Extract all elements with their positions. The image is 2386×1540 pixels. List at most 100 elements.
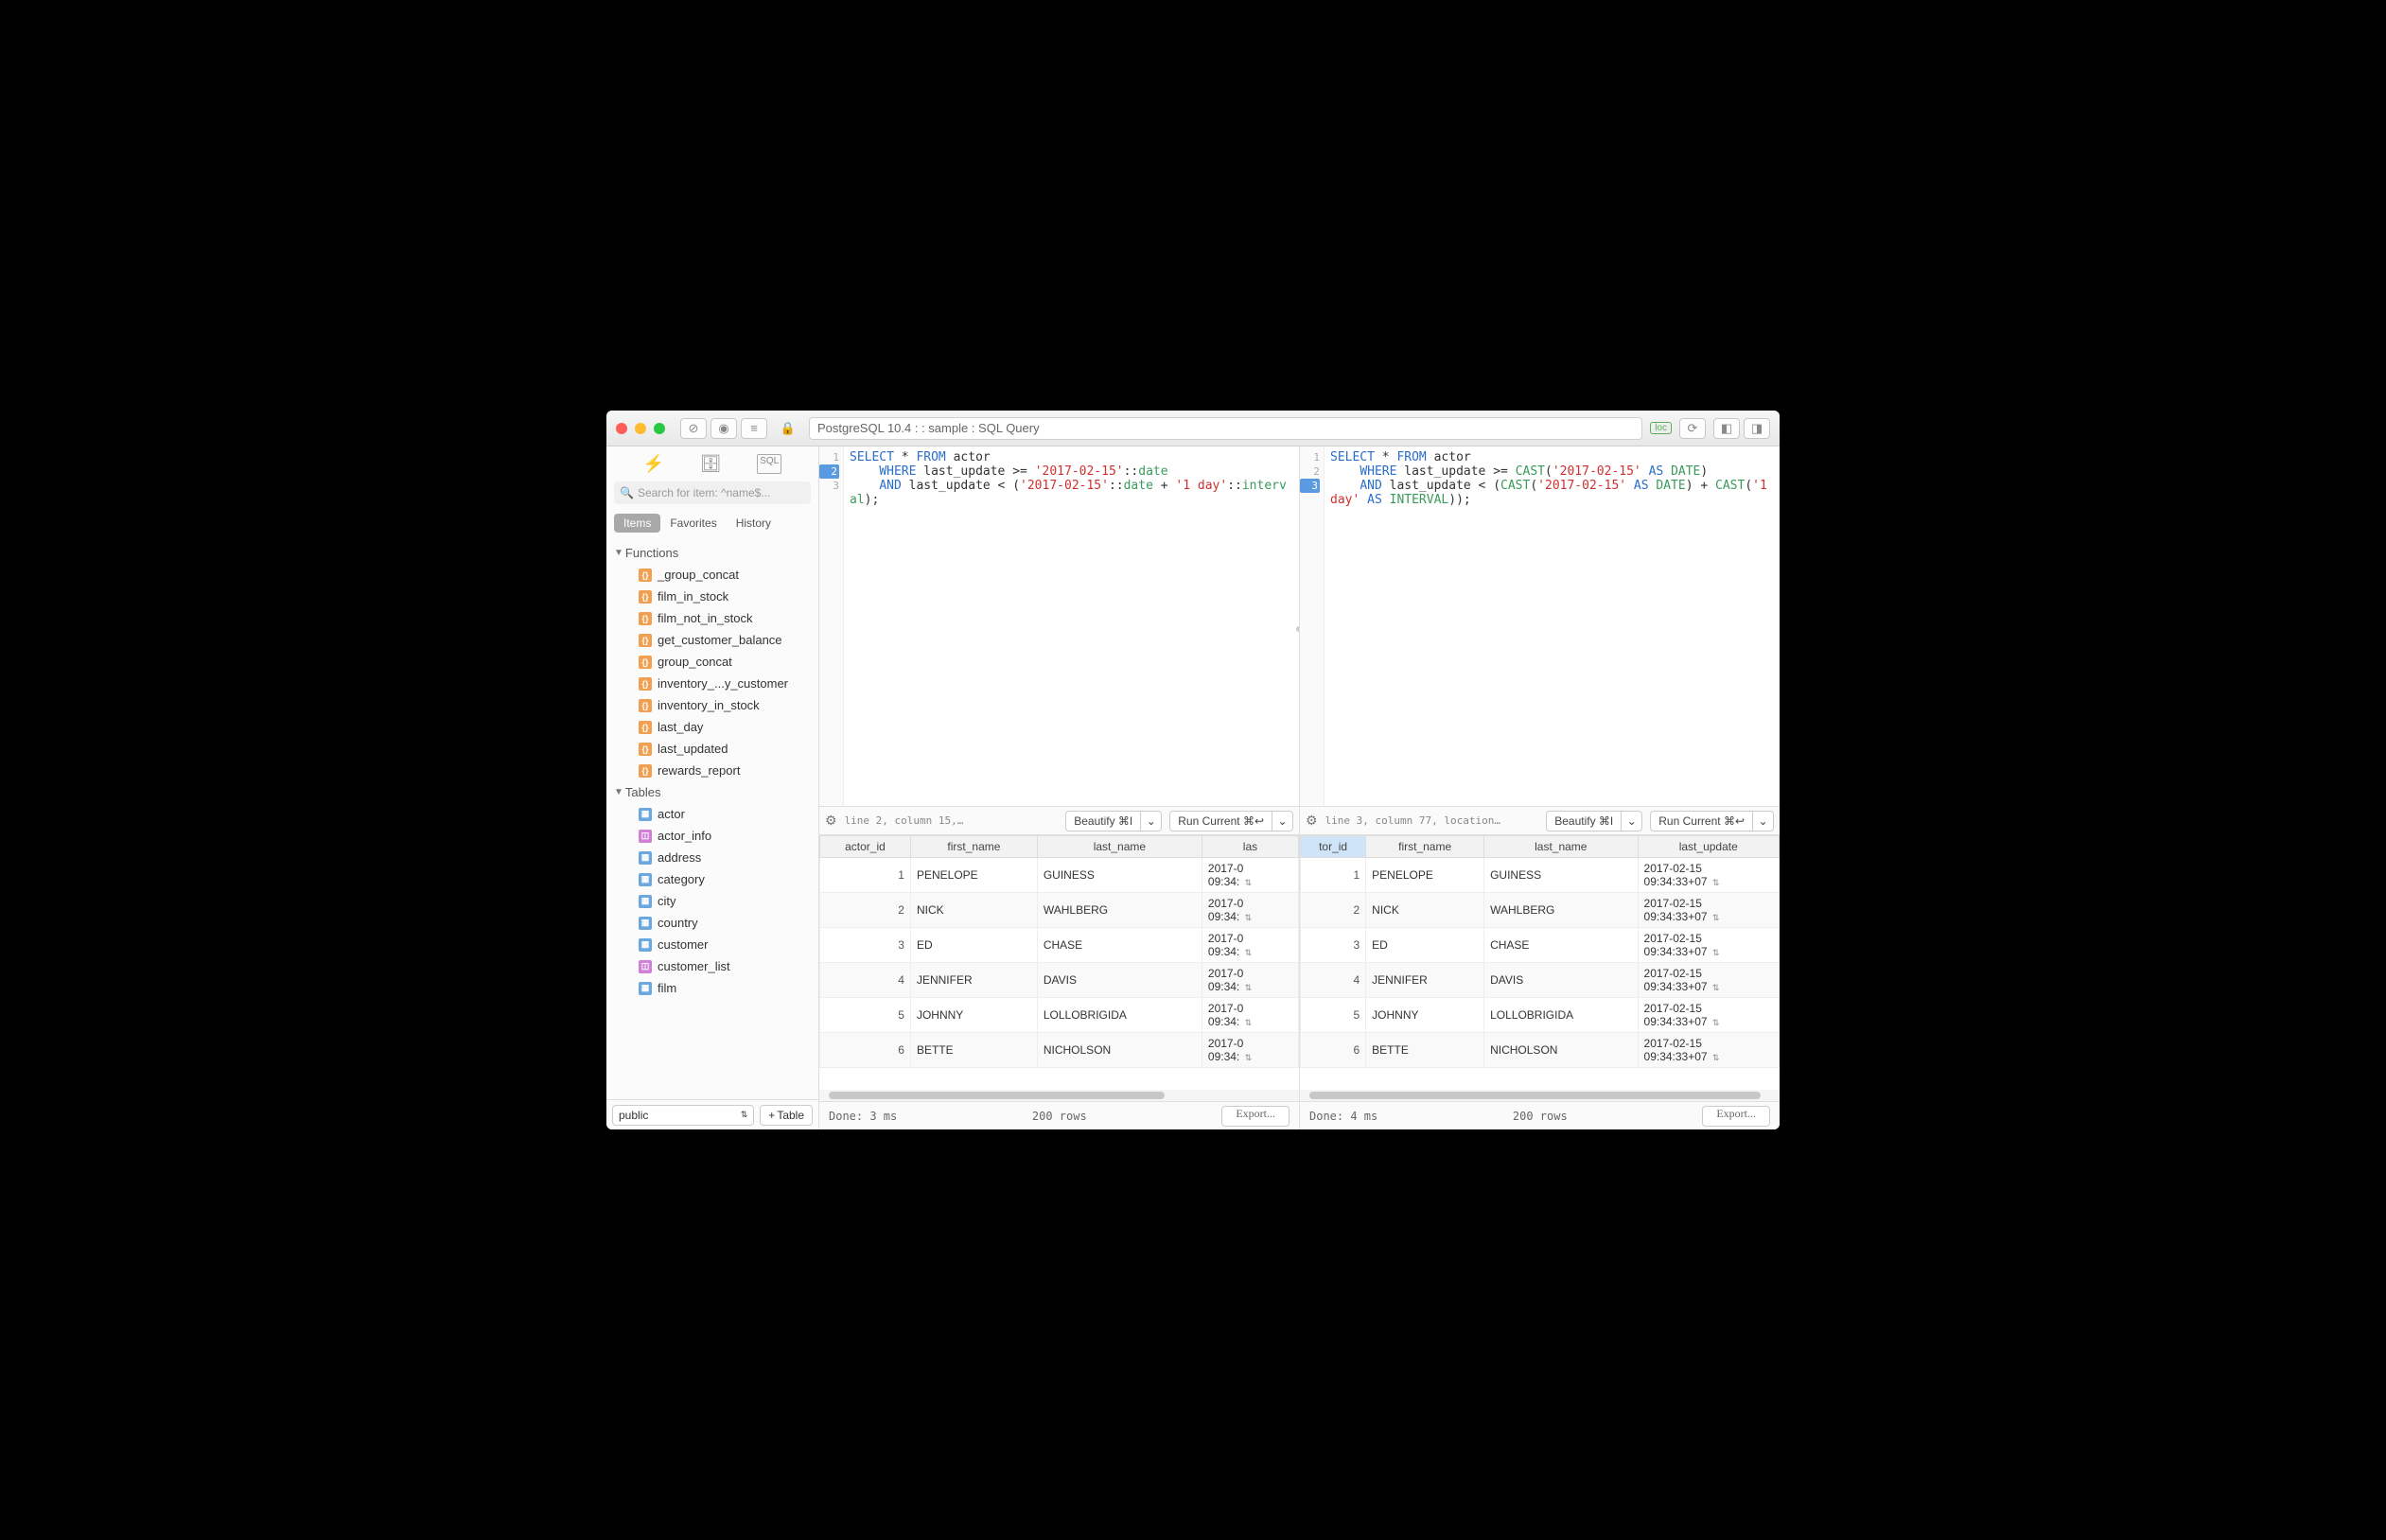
sort-icon[interactable]: ⇅ xyxy=(1245,948,1253,957)
cell[interactable]: DAVIS xyxy=(1037,963,1202,998)
table-row[interactable]: 3EDCHASE2017-009:34: ⇅ xyxy=(820,928,1299,963)
tree-item-function[interactable]: {}film_in_stock xyxy=(606,586,818,607)
tree-item-function[interactable]: {}last_day xyxy=(606,716,818,738)
tree-item-table[interactable]: ▦city xyxy=(606,890,818,912)
tree-item-table[interactable]: ▦address xyxy=(606,847,818,868)
tree-item-function[interactable]: {}last_updated xyxy=(606,738,818,760)
refresh-button[interactable]: ⟳ xyxy=(1679,418,1706,439)
cell[interactable]: 6 xyxy=(1301,1033,1366,1068)
cell[interactable]: LOLLOBRIGIDA xyxy=(1484,998,1638,1033)
tree-item-function[interactable]: {}inventory_in_stock xyxy=(606,694,818,716)
table-row[interactable]: 2NICKWAHLBERG2017-02-1509:34:33+07 ⇅ xyxy=(1301,893,1780,928)
connection-icon[interactable]: ⚡ xyxy=(643,454,664,474)
cell[interactable]: 1 xyxy=(820,858,911,893)
tree-item-table[interactable]: ▦customer xyxy=(606,934,818,955)
tree-item-function[interactable]: {}_group_concat xyxy=(606,564,818,586)
cell[interactable]: GUINESS xyxy=(1484,858,1638,893)
column-header[interactable]: first_name xyxy=(910,836,1037,858)
column-header[interactable]: las xyxy=(1202,836,1298,858)
sort-icon[interactable]: ⇅ xyxy=(1712,948,1720,957)
cell[interactable]: 2017-02-1509:34:33+07 ⇅ xyxy=(1638,998,1779,1033)
cell[interactable]: 5 xyxy=(820,998,911,1033)
column-header[interactable]: tor_id xyxy=(1301,836,1366,858)
sort-icon[interactable]: ⇅ xyxy=(1245,1018,1253,1027)
tree-item-table[interactable]: ◫actor_info xyxy=(606,825,818,847)
cell[interactable]: 2017-009:34: ⇅ xyxy=(1202,893,1298,928)
cell[interactable]: LOLLOBRIGIDA xyxy=(1037,998,1202,1033)
cell[interactable]: 2017-009:34: ⇅ xyxy=(1202,1033,1298,1068)
horizontal-scrollbar[interactable] xyxy=(819,1090,1299,1101)
cell[interactable]: CHASE xyxy=(1037,928,1202,963)
sort-icon[interactable]: ⇅ xyxy=(1712,878,1720,887)
table-row[interactable]: 5JOHNNYLOLLOBRIGIDA2017-009:34: ⇅ xyxy=(820,998,1299,1033)
result-grid[interactable]: actor_idfirst_namelast_namelas1PENELOPEG… xyxy=(819,834,1299,1090)
cell[interactable]: CHASE xyxy=(1484,928,1638,963)
beautify-button[interactable]: Beautify ⌘I xyxy=(1546,811,1622,831)
table-row[interactable]: 1PENELOPEGUINESS2017-009:34: ⇅ xyxy=(820,858,1299,893)
cell[interactable]: WAHLBERG xyxy=(1037,893,1202,928)
cell[interactable]: 2017-009:34: ⇅ xyxy=(1202,998,1298,1033)
cell[interactable]: NICK xyxy=(910,893,1037,928)
cell[interactable]: 2 xyxy=(820,893,911,928)
cell[interactable]: 2 xyxy=(1301,893,1366,928)
back-button[interactable]: ⊘ xyxy=(680,418,707,439)
cell[interactable]: 3 xyxy=(820,928,911,963)
code-area[interactable]: SELECT * FROM actor WHERE last_update >=… xyxy=(1325,446,1780,806)
column-header[interactable]: last_name xyxy=(1037,836,1202,858)
table-row[interactable]: 4JENNIFERDAVIS2017-02-1509:34:33+07 ⇅ xyxy=(1301,963,1780,998)
table-row[interactable]: 6BETTENICHOLSON2017-009:34: ⇅ xyxy=(820,1033,1299,1068)
sidebar-right-toggle[interactable]: ◨ xyxy=(1744,418,1770,439)
cell[interactable]: PENELOPE xyxy=(910,858,1037,893)
result-grid[interactable]: tor_idfirst_namelast_namelast_update1PEN… xyxy=(1300,834,1780,1090)
sort-icon[interactable]: ⇅ xyxy=(1712,1018,1720,1027)
zoom-window[interactable] xyxy=(654,423,665,434)
tree-item-table[interactable]: ▦film xyxy=(606,977,818,999)
sort-icon[interactable]: ⇅ xyxy=(1245,983,1253,992)
tree-item-function[interactable]: {}inventory_...y_customer xyxy=(606,673,818,694)
sort-icon[interactable]: ⇅ xyxy=(1712,983,1720,992)
cell[interactable]: DAVIS xyxy=(1484,963,1638,998)
sort-icon[interactable]: ⇅ xyxy=(1245,878,1253,887)
cell[interactable]: NICHOLSON xyxy=(1484,1033,1638,1068)
cell[interactable]: 2017-009:34: ⇅ xyxy=(1202,963,1298,998)
cell[interactable]: NICK xyxy=(1366,893,1484,928)
code-area[interactable]: SELECT * FROM actor WHERE last_update >=… xyxy=(844,446,1299,806)
list-button[interactable]: ≡ xyxy=(741,418,767,439)
export-button[interactable]: Export... xyxy=(1221,1106,1289,1127)
sql-icon[interactable]: SQL xyxy=(757,454,781,474)
gear-icon[interactable]: ⚙ xyxy=(1306,813,1318,829)
gear-icon[interactable]: ⚙ xyxy=(825,813,837,829)
cell[interactable]: 2017-009:34: ⇅ xyxy=(1202,928,1298,963)
cell[interactable]: 2017-02-1509:34:33+07 ⇅ xyxy=(1638,1033,1779,1068)
sidebar-left-toggle[interactable]: ◧ xyxy=(1713,418,1740,439)
tab-history[interactable]: History xyxy=(727,514,781,533)
cell[interactable]: 2017-02-1509:34:33+07 ⇅ xyxy=(1638,963,1779,998)
column-header[interactable]: last_update xyxy=(1638,836,1779,858)
table-row[interactable]: 4JENNIFERDAVIS2017-009:34: ⇅ xyxy=(820,963,1299,998)
cell[interactable]: 2017-02-1509:34:33+07 ⇅ xyxy=(1638,858,1779,893)
minimize-window[interactable] xyxy=(635,423,646,434)
beautify-dropdown[interactable]: ⌄ xyxy=(1622,811,1642,831)
schema-select[interactable]: public⇅ xyxy=(612,1105,754,1126)
beautify-button[interactable]: Beautify ⌘I xyxy=(1065,811,1141,831)
sort-icon[interactable]: ⇅ xyxy=(1712,913,1720,922)
cell[interactable]: 5 xyxy=(1301,998,1366,1033)
splitter-handle[interactable] xyxy=(1296,626,1299,632)
cell[interactable]: GUINESS xyxy=(1037,858,1202,893)
run-dropdown[interactable]: ⌄ xyxy=(1753,811,1774,831)
cell[interactable]: 6 xyxy=(820,1033,911,1068)
cell[interactable]: PENELOPE xyxy=(1366,858,1484,893)
cell[interactable]: 4 xyxy=(1301,963,1366,998)
tree-item-function[interactable]: {}film_not_in_stock xyxy=(606,607,818,629)
column-header[interactable]: first_name xyxy=(1366,836,1484,858)
cell[interactable]: BETTE xyxy=(910,1033,1037,1068)
add-table-button[interactable]: +Table xyxy=(760,1105,813,1126)
tree-item-table[interactable]: ◫customer_list xyxy=(606,955,818,977)
cell[interactable]: 2017-02-1509:34:33+07 ⇅ xyxy=(1638,893,1779,928)
run-dropdown[interactable]: ⌄ xyxy=(1272,811,1293,831)
run-button[interactable]: Run Current ⌘↩ xyxy=(1650,811,1753,831)
section-functions[interactable]: ▼Functions xyxy=(606,542,818,564)
cell[interactable]: JENNIFER xyxy=(1366,963,1484,998)
sql-editor[interactable]: 123SELECT * FROM actor WHERE last_update… xyxy=(1300,446,1780,806)
tree-item-function[interactable]: {}rewards_report xyxy=(606,760,818,781)
